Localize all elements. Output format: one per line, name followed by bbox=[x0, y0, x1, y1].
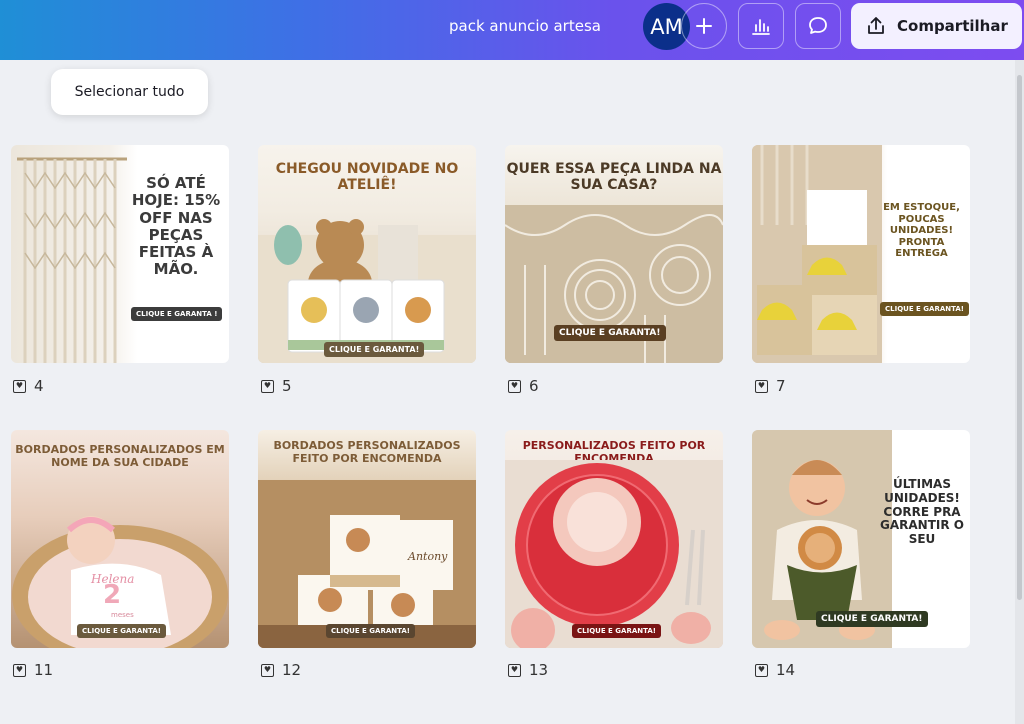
heart-icon: ♥ bbox=[508, 379, 521, 393]
page-thumbnail[interactable]: BORDADOS PERSONALIZADOS FEITO POR ENCOME… bbox=[258, 430, 476, 648]
cta-label: CLIQUE E GARANTA! bbox=[572, 624, 661, 638]
upload-icon bbox=[868, 17, 884, 34]
heart-icon: ♥ bbox=[508, 663, 521, 677]
page-headline: QUER ESSA PEÇA LINDA NA SUA CASA? bbox=[506, 161, 722, 194]
crochet-placemat-image bbox=[505, 460, 723, 648]
document-title[interactable]: pack anuncio artesa bbox=[449, 17, 601, 35]
cta-label: CLIQUE E GARANTA ! bbox=[131, 307, 223, 321]
heart-icon: ♥ bbox=[261, 663, 274, 677]
plus-icon bbox=[696, 18, 712, 34]
page-thumbnail[interactable]: ÚLTIMAS UNIDADES! CORRE PRA GARANTIR O S… bbox=[752, 430, 970, 648]
cta-label: CLIQUE E GARANTA! bbox=[554, 325, 666, 341]
top-bar: pack anuncio artesa AM Compartilhar bbox=[0, 0, 1024, 60]
share-label: Compartilhar bbox=[897, 17, 1008, 35]
page-thumbnail[interactable]: SÓ ATÉ HOJE: 15% OFF NAS PEÇAS FEITAS À … bbox=[11, 145, 229, 363]
page-number: ♥ 5 bbox=[261, 377, 292, 395]
bib-age: 2 bbox=[103, 580, 122, 610]
select-all-button[interactable]: Selecionar tudo bbox=[51, 69, 208, 115]
share-button[interactable]: Compartilhar bbox=[851, 3, 1022, 49]
page-number: ♥ 13 bbox=[508, 661, 548, 679]
insights-button[interactable] bbox=[738, 3, 784, 49]
page-number: ♥ 6 bbox=[508, 377, 539, 395]
page-number: ♥ 7 bbox=[755, 377, 786, 395]
page-number: ♥ 14 bbox=[755, 661, 795, 679]
page-headline: EM ESTOQUE, POUCAS UNIDADES! PRONTA ENTR… bbox=[883, 202, 960, 259]
page-thumbnail[interactable]: BORDADOS PERSONALIZADOS EM NOME DA SUA C… bbox=[11, 430, 229, 648]
page-headline: BORDADOS PERSONALIZADOS FEITO POR ENCOME… bbox=[273, 439, 461, 465]
cta-label: CLIQUE E GARANTA! bbox=[326, 624, 415, 638]
bib-unit: meses bbox=[111, 611, 134, 619]
page-headline: BORDADOS PERSONALIZADOS EM NOME DA SUA C… bbox=[15, 443, 225, 469]
page-number: ♥ 12 bbox=[261, 661, 301, 679]
page-headline: ÚLTIMAS UNIDADES! CORRE PRA GARANTIR O S… bbox=[880, 477, 964, 547]
cta-label: CLIQUE E GARANTA! bbox=[324, 342, 425, 357]
page-thumbnail[interactable]: PERSONALIZADOS FEITO POR ENCOMENDA CLIQU… bbox=[505, 430, 723, 648]
comment-icon bbox=[809, 17, 827, 34]
embroidered-towels-image bbox=[258, 480, 476, 648]
page-headline: CHEGOU NOVIDADE NO ATELIÊ! bbox=[275, 161, 459, 194]
page-thumbnail[interactable]: EM ESTOQUE, POUCAS UNIDADES! PRONTA ENTR… bbox=[752, 145, 970, 363]
heart-icon: ♥ bbox=[13, 663, 26, 677]
heart-icon: ♥ bbox=[755, 663, 768, 677]
page-headline: SÓ ATÉ HOJE: 15% OFF NAS PEÇAS FEITAS À … bbox=[131, 174, 221, 279]
cta-label: CLIQUE E GARANTA! bbox=[77, 624, 166, 638]
comments-button[interactable] bbox=[795, 3, 841, 49]
baby-bibs-image bbox=[258, 219, 476, 363]
page-thumbnail[interactable]: QUER ESSA PEÇA LINDA NA SUA CASA? CLIQUE… bbox=[505, 145, 723, 363]
page-number: ♥ 11 bbox=[13, 661, 53, 679]
towel-name: Antony bbox=[408, 550, 448, 563]
bar-chart-icon bbox=[752, 19, 770, 35]
cta-label: CLIQUE E GARANTA! bbox=[816, 611, 928, 627]
add-collaborator-button[interactable] bbox=[681, 3, 727, 49]
burp-cloths-image bbox=[752, 145, 882, 363]
page-thumbnail[interactable]: CHEGOU NOVIDADE NO ATELIÊ! CLIQUE E GARA… bbox=[258, 145, 476, 363]
heart-icon: ♥ bbox=[755, 379, 768, 393]
heart-icon: ♥ bbox=[261, 379, 274, 393]
macrame-image bbox=[17, 157, 127, 363]
page-number: ♥ 4 bbox=[13, 377, 44, 395]
heart-icon: ♥ bbox=[13, 379, 26, 393]
scrollbar-thumb[interactable] bbox=[1017, 75, 1022, 600]
cta-label: CLIQUE E GARANTA! bbox=[880, 302, 969, 316]
